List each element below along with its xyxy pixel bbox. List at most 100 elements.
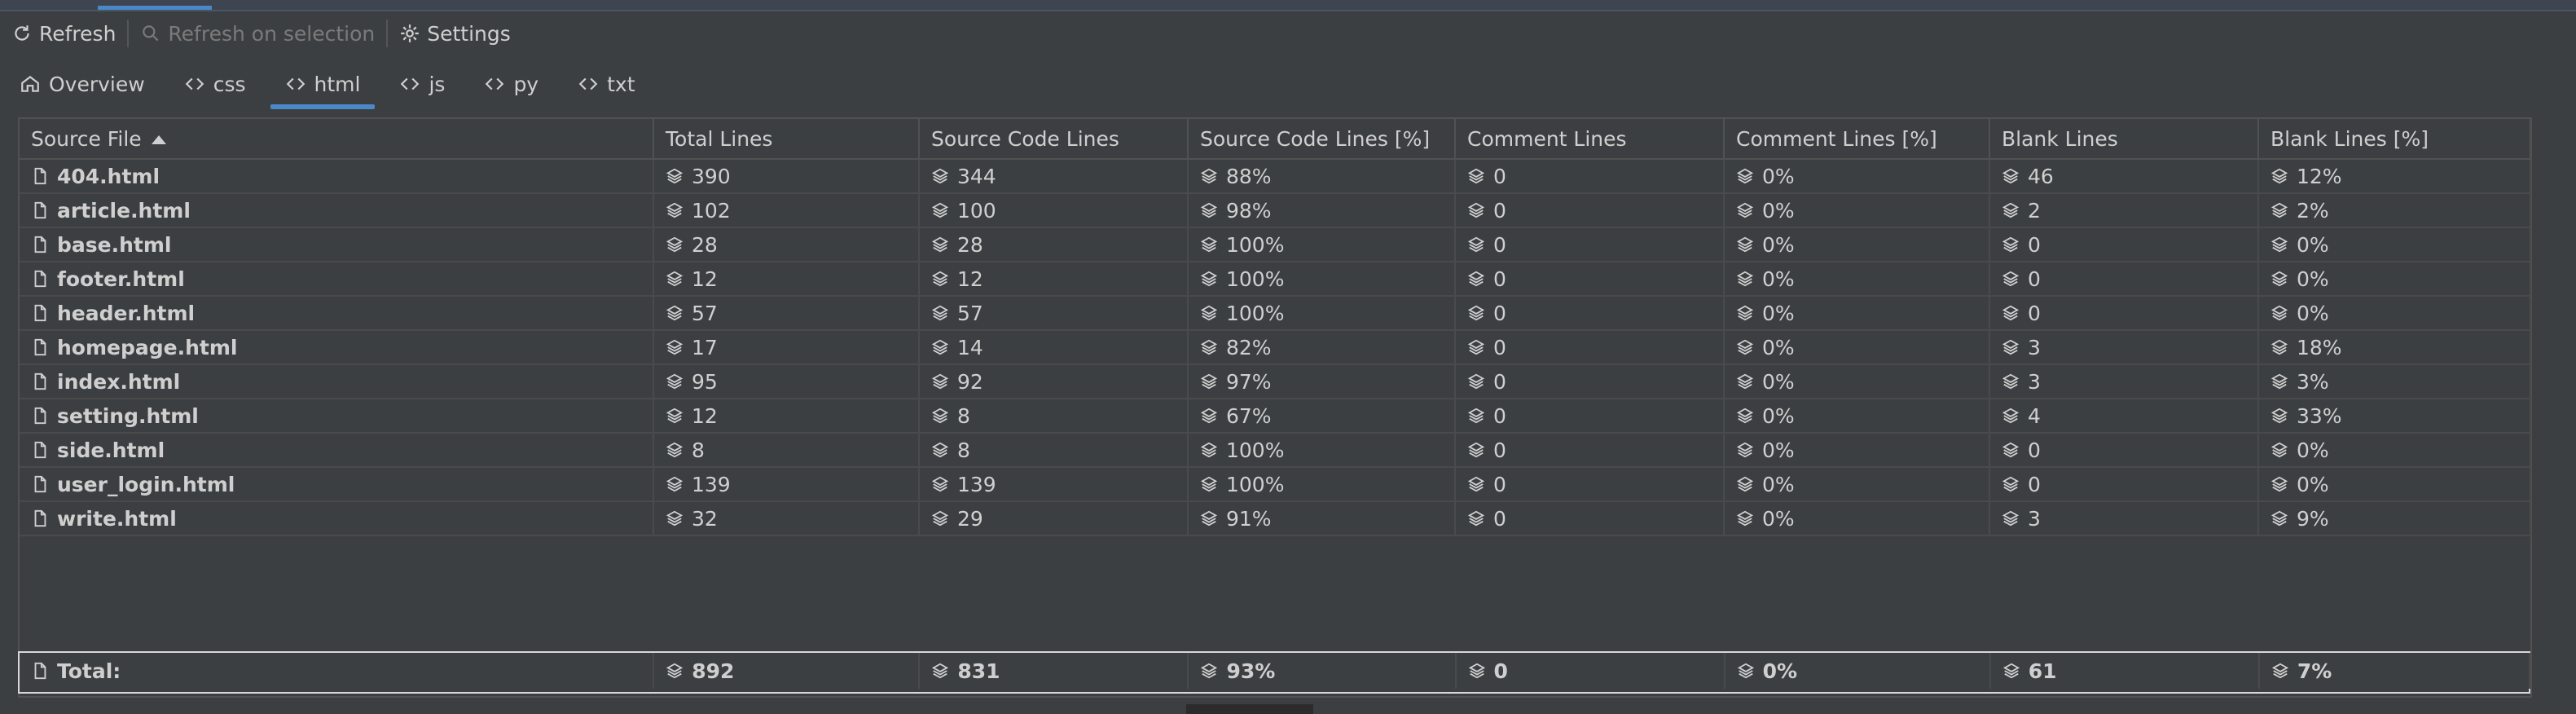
refresh-button[interactable]: Refresh xyxy=(0,15,127,52)
table-row[interactable]: side.html 8 8 100% 0 0% 0 0% xyxy=(20,433,2531,468)
value-cell: 0% xyxy=(2258,467,2531,502)
cell-value: 3 xyxy=(2028,369,2041,394)
table-row[interactable]: 404.html 390 344 88% 0 0% 46 12% xyxy=(20,159,2531,194)
column-header-blank-lines-percent[interactable]: Blank Lines [%] xyxy=(2258,119,2531,160)
cell-value: 0 xyxy=(1493,438,1506,462)
cell-value: 0 xyxy=(1493,472,1506,496)
column-header-comment-lines[interactable]: Comment Lines xyxy=(1455,119,1725,160)
horizontal-scrollbar[interactable] xyxy=(1186,704,1313,714)
cell-value: 97% xyxy=(1226,369,1272,394)
column-header-source-code-lines[interactable]: Source Code Lines xyxy=(919,119,1189,160)
stack-icon xyxy=(1200,270,1218,288)
stack-icon xyxy=(2002,475,2020,493)
stack-icon xyxy=(1736,407,1754,425)
file-name-cell: article.html xyxy=(20,193,654,228)
cell-content: 0 xyxy=(2002,267,2246,291)
code-icon xyxy=(185,77,204,90)
column-header-source-file[interactable]: Source File xyxy=(20,119,654,160)
gear-icon xyxy=(401,24,420,42)
tab-js[interactable]: js xyxy=(380,59,464,109)
cell-content: 3% xyxy=(2270,370,2518,394)
stack-icon xyxy=(666,167,684,185)
value-cell: 3 xyxy=(1989,501,2259,536)
cell-value: 139 xyxy=(692,472,731,496)
cell-value: 100% xyxy=(1226,232,1285,257)
cell-content: 0% xyxy=(1736,404,1977,428)
cell-content: 0% xyxy=(1736,199,1977,223)
cell-value: 17 xyxy=(692,335,718,359)
code-icon xyxy=(286,77,305,90)
value-cell: 8 xyxy=(919,433,1189,468)
total-row[interactable]: Total: 892 831 93% 0 0% 61 7% xyxy=(20,653,2531,689)
table-row[interactable]: user_login.html 139 139 100% 0 0% 0 0% xyxy=(20,467,2531,502)
cell-value: 0% xyxy=(2297,472,2329,496)
value-cell: 2 xyxy=(1989,193,2259,228)
cell-value: 12% xyxy=(2297,164,2342,188)
cell-value: 0% xyxy=(1762,198,1795,223)
table-row[interactable]: index.html 95 92 97% 0 0% 3 3% xyxy=(20,364,2531,399)
stack-icon xyxy=(1200,509,1218,527)
column-header-source-code-lines-percent[interactable]: Source Code Lines [%] xyxy=(1188,119,1456,160)
cell-content: 67% xyxy=(1200,404,1443,428)
stack-icon xyxy=(666,236,684,253)
cell-value: 0% xyxy=(1762,659,1798,683)
cell-value: 0% xyxy=(1762,301,1795,325)
table-row[interactable]: header.html 57 57 100% 0 0% 0 0% xyxy=(20,296,2531,331)
settings-label: Settings xyxy=(427,21,511,46)
table-row[interactable]: write.html 32 29 91% 0 0% 3 9% xyxy=(20,501,2531,536)
cell-content: 12% xyxy=(2270,165,2518,188)
cell-content: 61 xyxy=(2002,659,2247,683)
value-cell: 0% xyxy=(2258,262,2531,297)
table-row[interactable]: footer.html 12 12 100% 0 0% 0 0% xyxy=(20,262,2531,297)
refresh-on-selection-button[interactable]: Refresh on selection xyxy=(129,15,386,52)
value-cell: 18% xyxy=(2258,330,2531,365)
table-row[interactable]: homepage.html 17 14 82% 0 0% 3 18% xyxy=(20,330,2531,365)
cell-content: 102 xyxy=(666,199,907,223)
value-cell: 33% xyxy=(2258,399,2531,434)
cell-value: 3 xyxy=(2028,506,2041,531)
tab-css[interactable]: css xyxy=(165,59,266,109)
file-name-cell: setting.html xyxy=(20,399,654,434)
value-cell: 390 xyxy=(653,159,920,194)
cell-value: 0 xyxy=(1493,659,1508,683)
tab-txt[interactable]: txt xyxy=(558,59,654,109)
file-icon xyxy=(31,441,49,459)
cell-content: 0% xyxy=(1736,507,1977,531)
file-name: side.html xyxy=(57,438,165,462)
tab-label: txt xyxy=(607,72,635,96)
table-row[interactable]: setting.html 12 8 67% 0 0% 4 33% xyxy=(20,399,2531,434)
cell-content: 32 xyxy=(666,507,907,531)
stack-icon xyxy=(1467,407,1485,425)
stack-icon xyxy=(1467,304,1485,322)
tab-overview[interactable]: Overview xyxy=(0,59,165,109)
value-cell: 12 xyxy=(653,399,920,434)
cell-content: 12 xyxy=(666,404,907,428)
cell-content: 7% xyxy=(2271,659,2517,683)
cell-content: 2 xyxy=(2002,199,2246,223)
sort-ascending-icon xyxy=(151,135,166,144)
value-cell: 82% xyxy=(1188,330,1456,365)
value-cell: 0% xyxy=(1724,330,1990,365)
column-header-total-lines[interactable]: Total Lines xyxy=(653,119,920,160)
tab-label: html xyxy=(314,72,361,96)
stack-icon xyxy=(1200,441,1218,459)
stack-icon xyxy=(1736,372,1754,390)
cell-content: 8 xyxy=(666,439,907,462)
tab-py[interactable]: py xyxy=(464,59,558,109)
table-row[interactable]: article.html 102 100 98% 0 0% 2 2% xyxy=(20,193,2531,228)
cell-content: write.html xyxy=(31,507,641,531)
cell-value: 139 xyxy=(957,472,996,496)
file-name: Total: xyxy=(57,659,121,683)
value-cell: 93% xyxy=(1188,653,1457,689)
column-header-comment-lines-percent[interactable]: Comment Lines [%] xyxy=(1724,119,1990,160)
value-cell: 100% xyxy=(1188,262,1456,297)
cell-content: 404.html xyxy=(31,165,641,188)
settings-button[interactable]: Settings xyxy=(388,15,522,52)
cell-value: 0% xyxy=(2297,267,2329,291)
file-name: base.html xyxy=(57,232,172,257)
stack-icon xyxy=(1200,236,1218,253)
tab-html[interactable]: html xyxy=(266,59,380,109)
table-row[interactable]: base.html 28 28 100% 0 0% 0 0% xyxy=(20,227,2531,262)
statistics-grid: Source File Total Lines Source Code Line… xyxy=(20,119,2531,536)
column-header-blank-lines[interactable]: Blank Lines xyxy=(1989,119,2259,160)
